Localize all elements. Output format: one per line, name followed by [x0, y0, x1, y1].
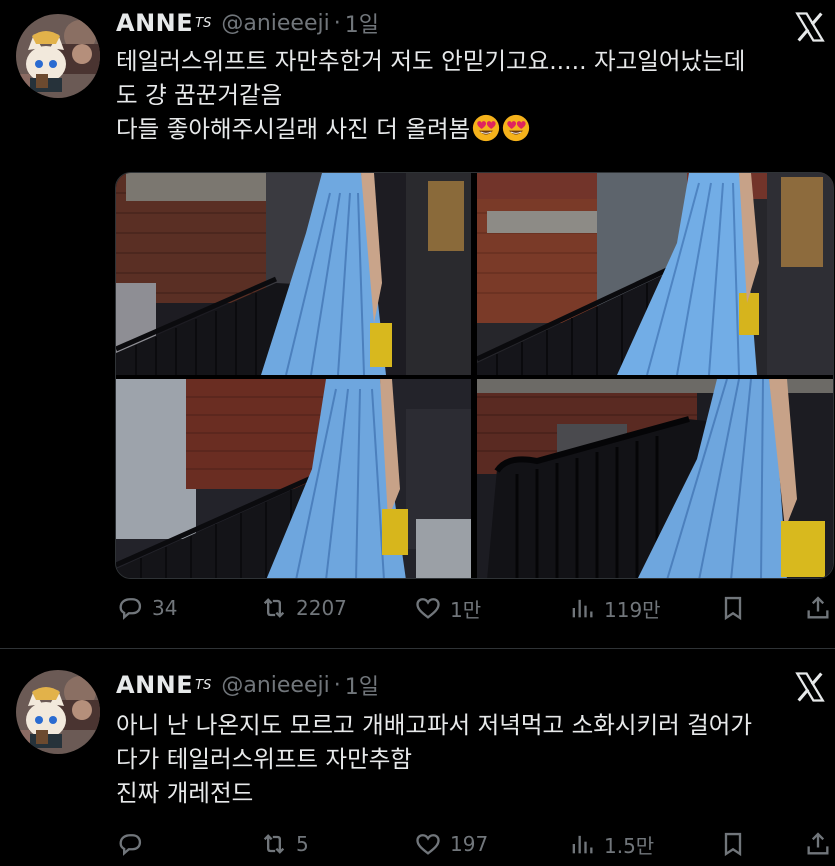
display-name[interactable]: ANNE — [116, 9, 193, 37]
repost-icon — [263, 598, 285, 618]
user-handle[interactable]: @anieeeji — [221, 673, 329, 698]
view-count: 119만 — [604, 597, 661, 622]
tweet-text-line: 진짜 개레전드 — [116, 779, 254, 807]
reply-button[interactable]: 34 — [116, 590, 177, 626]
view-count: 1.5만 — [604, 833, 655, 858]
tweet-actions: 34 2207 1만 119만 — [116, 590, 830, 626]
views-button[interactable]: 1.5만 — [568, 826, 654, 862]
tweet-divider — [0, 648, 835, 649]
share-button[interactable] — [804, 590, 832, 626]
repost-icon — [263, 834, 285, 854]
like-count: 1만 — [450, 597, 482, 622]
reply-icon — [119, 834, 142, 856]
repost-count: 5 — [296, 832, 309, 856]
separator-dot: · — [333, 10, 341, 36]
timestamp[interactable]: 1일 — [345, 7, 379, 39]
reply-icon — [119, 598, 142, 620]
timestamp[interactable]: 1일 — [345, 669, 379, 701]
bookmark-button[interactable] — [719, 590, 747, 626]
bookmark-icon — [724, 596, 742, 621]
views-button[interactable]: 119만 — [568, 590, 661, 626]
share-icon — [807, 596, 829, 619]
tweet-header: ANNE TS @anieeeji · 1일 — [116, 670, 379, 700]
like-button[interactable]: 197 — [414, 826, 488, 862]
x-logo-icon — [793, 670, 827, 704]
reply-button[interactable] — [116, 826, 152, 862]
x-logo-icon — [793, 10, 827, 44]
tweet-actions: 5 197 1.5만 — [116, 826, 830, 862]
like-count: 197 — [450, 832, 489, 856]
repost-button[interactable]: 2207 — [260, 590, 347, 626]
photo-grid[interactable] — [115, 172, 834, 579]
tweet[interactable]: ANNE TS @anieeeji · 1일 테일러스위프트 자만추한거 저도 … — [0, 0, 835, 648]
display-name-suffix: TS — [195, 677, 212, 693]
tweet-text: 아니 난 나온지도 모르고 개배고파서 저녁먹고 소화시키러 걸어가 다가 테일… — [116, 708, 828, 810]
repost-count: 2207 — [296, 596, 347, 620]
reply-count: 34 — [152, 596, 178, 620]
photo-3[interactable] — [116, 379, 471, 578]
tweet-text-line-content: 다들 좋아해주시길래 사진 더 올려봄 — [116, 115, 471, 143]
tweet-text: 테일러스위프트 자만추한거 저도 안믿기고요..... 자고일어났는데 도 걍 … — [116, 44, 828, 146]
heart-eyes-emoji — [472, 114, 500, 142]
views-icon — [572, 599, 593, 618]
tweet-text-line: 아니 난 나온지도 모르고 개배고파서 저녁먹고 소화시키러 걸어가 — [116, 711, 753, 739]
display-name[interactable]: ANNE — [116, 671, 193, 699]
heart-icon — [416, 598, 440, 619]
like-button[interactable]: 1만 — [414, 590, 481, 626]
tweet[interactable]: ANNE TS @anieeeji · 1일 아니 난 나온지도 모르고 개배고… — [0, 650, 835, 866]
views-icon — [572, 835, 593, 854]
tweet-text-line: 다들 좋아해주시길래 사진 더 올려봄 — [116, 112, 828, 146]
heart-eyes-emoji — [502, 114, 530, 142]
photo-1[interactable] — [116, 173, 471, 375]
avatar[interactable] — [16, 670, 100, 754]
repost-button[interactable]: 5 — [260, 826, 309, 862]
bookmark-button[interactable] — [719, 826, 747, 862]
photo-4[interactable] — [477, 379, 833, 578]
tweet-header: ANNE TS @anieeeji · 1일 — [116, 8, 379, 38]
tweet-text-line: 테일러스위프트 자만추한거 저도 안믿기고요..... 자고일어났는데 — [116, 47, 746, 75]
share-icon — [807, 832, 829, 855]
tweet-text-line: 다가 테일러스위프트 자만추함 — [116, 745, 412, 773]
photo-2[interactable] — [477, 173, 833, 375]
separator-dot: · — [333, 672, 341, 698]
display-name-suffix: TS — [195, 15, 212, 31]
user-handle[interactable]: @anieeeji — [221, 11, 329, 36]
avatar[interactable] — [16, 14, 100, 98]
heart-icon — [416, 834, 440, 855]
bookmark-icon — [724, 832, 742, 857]
tweet-text-line: 도 걍 꿈꾼거같음 — [116, 81, 283, 109]
share-button[interactable] — [804, 826, 832, 862]
